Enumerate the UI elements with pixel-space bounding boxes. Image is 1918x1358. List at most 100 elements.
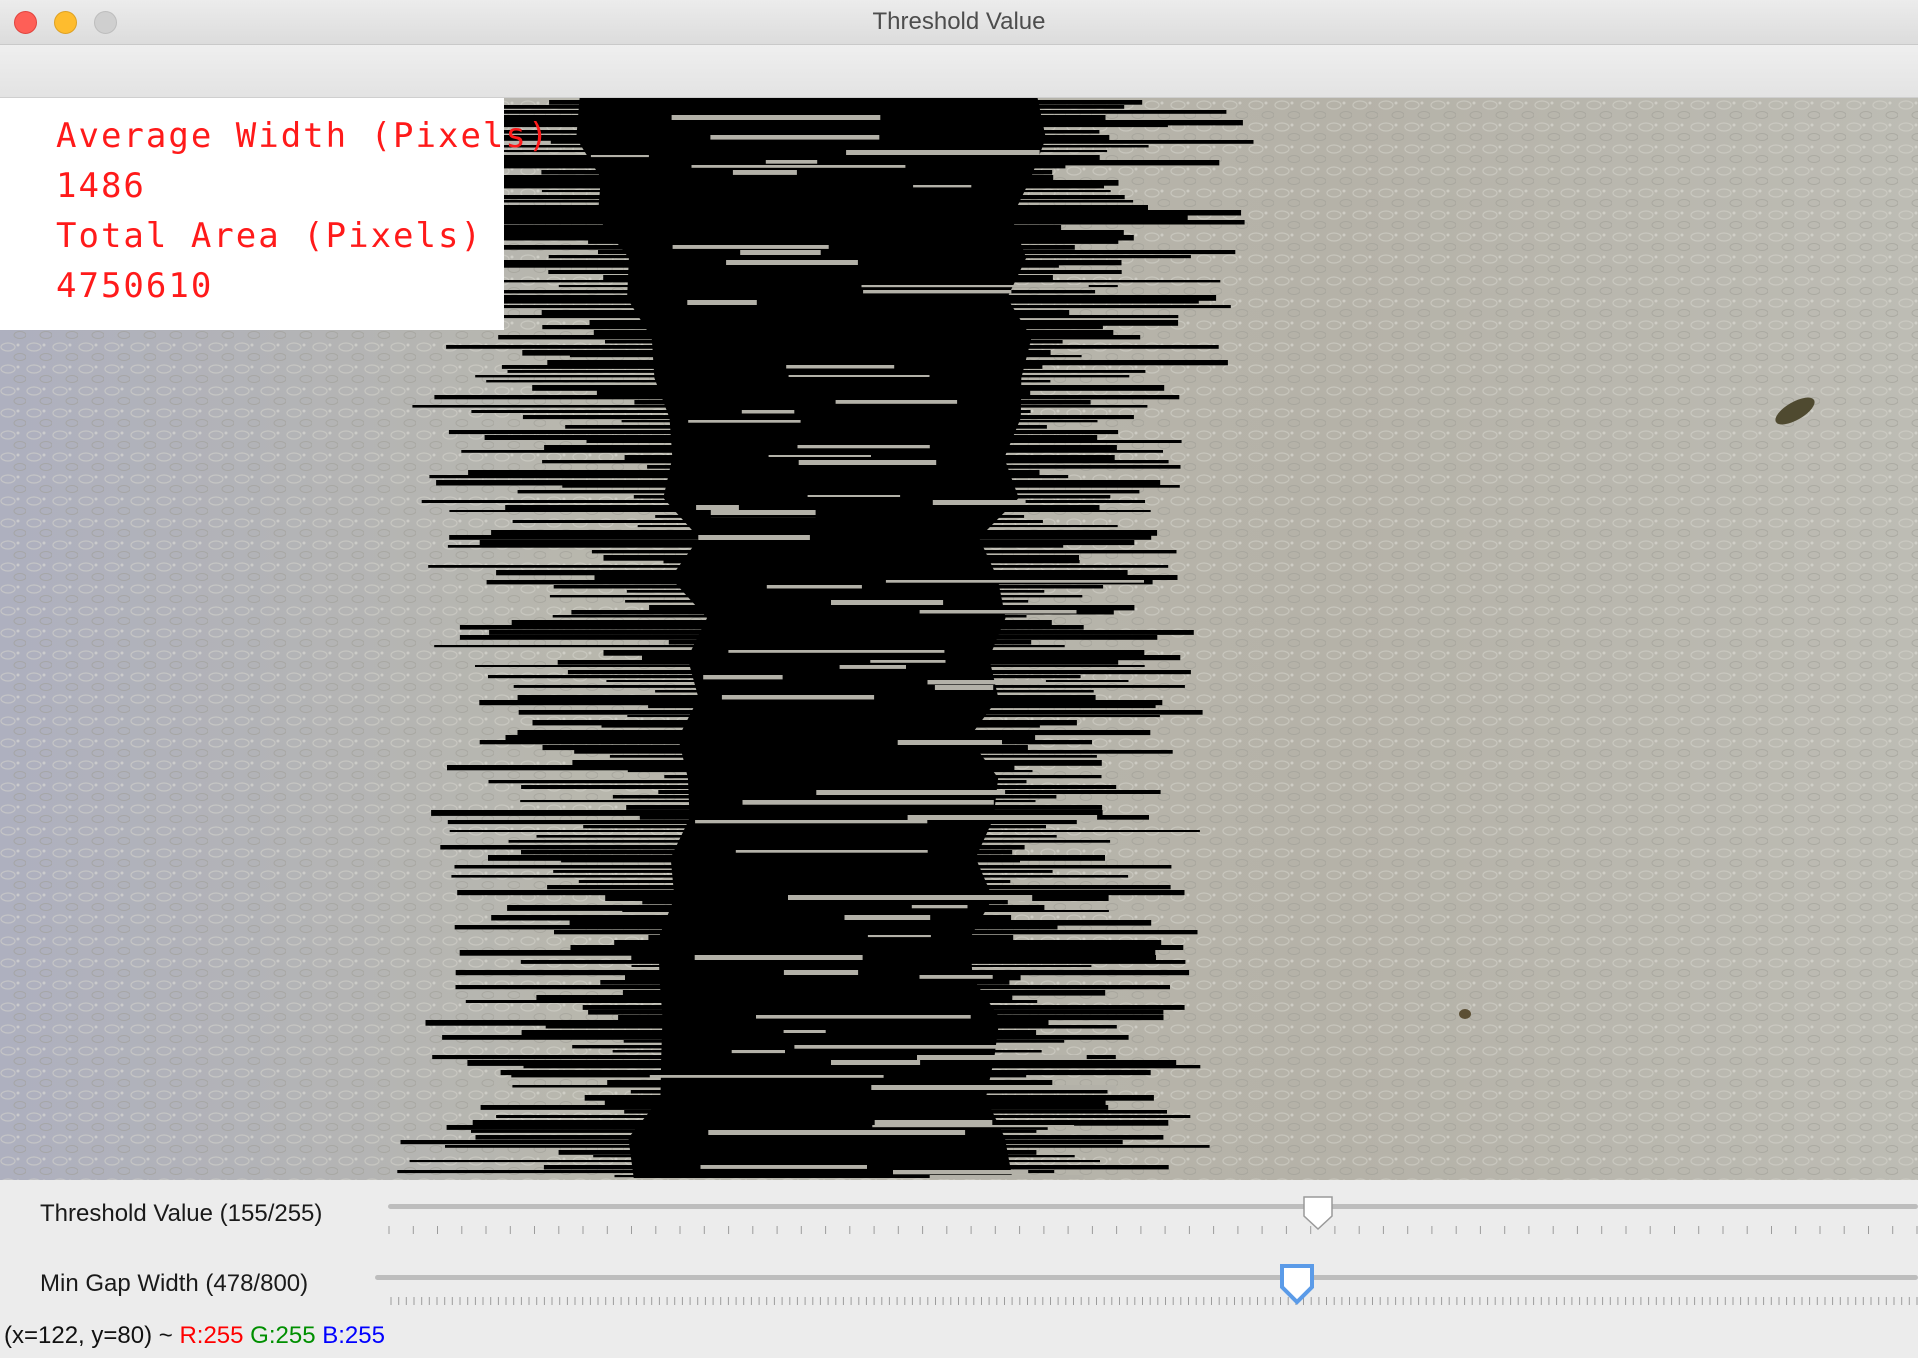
gap-scanline: [630, 1090, 1108, 1094]
threshold-slider-track[interactable]: [388, 1204, 1918, 1209]
gap-scanline: [624, 1110, 1167, 1114]
gap-scanline: [663, 560, 1080, 564]
gap-scanline: [622, 990, 1106, 996]
title-bar: Threshold Value: [0, 0, 1918, 45]
gap-scanline: [507, 370, 1146, 373]
gap-inclusion: [885, 580, 1144, 583]
gap-scanline: [512, 520, 1043, 523]
gap-inclusion: [710, 135, 880, 140]
gap-inclusion: [766, 585, 862, 589]
gap-inclusion: [765, 160, 818, 164]
gap-inclusion: [911, 905, 968, 909]
gap-scanline: [474, 215, 1188, 221]
gap-inclusion: [929, 1175, 1084, 1180]
gap-scanline: [562, 485, 1180, 488]
gap-inclusion: [742, 800, 994, 805]
gap-scanline: [593, 330, 1114, 336]
gap-inclusion: [783, 1030, 826, 1033]
gap-scanline: [464, 295, 1217, 301]
gap-scanline: [488, 780, 1027, 784]
gap-inclusion: [728, 650, 945, 653]
gap-scanline: [430, 315, 1179, 319]
gap-inclusion: [893, 1170, 1029, 1175]
measurement-overlay: Average Width (Pixels) 1486 Total Area (…: [0, 98, 548, 330]
gap-scanline: [569, 920, 1152, 926]
gap-inclusion: [695, 820, 928, 824]
gap-scanline: [588, 240, 1119, 244]
total-area-value: 4750610: [56, 266, 214, 306]
gap-scanline: [541, 310, 1070, 316]
gap-scanline: [498, 335, 1141, 340]
gap-scanline: [542, 745, 1028, 751]
gap-scanline: [532, 385, 1165, 391]
gap-scanline: [455, 985, 1170, 990]
min-gap-slider-thumb[interactable]: [1278, 1262, 1316, 1306]
gap-scanline: [479, 700, 1163, 706]
gap-scanline: [491, 915, 1012, 921]
min-gap-slider-label: Min Gap Width (478/800): [40, 1270, 309, 1297]
gap-scanline: [612, 1050, 1042, 1053]
gap-scanline: [547, 885, 1171, 890]
gap-inclusion: [867, 935, 931, 938]
gap-scanline: [482, 195, 1125, 200]
gap-scanline: [428, 565, 1169, 568]
gap-scanline: [434, 645, 1065, 648]
gap-inclusion: [835, 400, 958, 404]
gap-scanline: [445, 1145, 1210, 1148]
gap-scanline: [542, 325, 1103, 330]
gap-scanline: [425, 1020, 1049, 1026]
gap-scanline: [517, 490, 1140, 494]
gap-scanline: [609, 755, 1097, 758]
gap-inclusion: [731, 1050, 785, 1054]
min-gap-slider-ticks: [390, 1297, 1918, 1305]
gap-scanline: [601, 725, 1040, 728]
gap-inclusion: [913, 185, 972, 188]
gap-scanline: [549, 595, 1083, 598]
gap-scanline: [578, 880, 1011, 883]
gap-scanline: [648, 935, 1014, 941]
gap-inclusion: [861, 285, 1089, 288]
gap-scanline: [475, 665, 1145, 667]
gap-scanline: [631, 965, 1092, 967]
gap-scanline: [655, 515, 1025, 518]
gap-scanline: [522, 350, 1051, 356]
gap-scanline: [482, 175, 1054, 180]
gap-scanline: [548, 270, 1122, 274]
gap-scanline: [505, 505, 1100, 511]
gap-inclusion: [741, 410, 795, 414]
gap-scanline: [496, 1115, 1191, 1118]
gap-inclusion: [700, 1165, 867, 1169]
gap-inclusion: [698, 535, 810, 540]
gap-scanline: [593, 1155, 1075, 1158]
debris-particle: [1459, 1009, 1471, 1019]
average-width-value: 1486: [56, 166, 146, 206]
status-bar: (x=122, y=80) ~ R:255 G:255 B:255: [4, 1322, 385, 1350]
gap-scanline: [446, 345, 1219, 349]
gap-scanline: [565, 425, 1047, 429]
gap-inclusion: [831, 600, 944, 606]
gap-scanline: [441, 230, 1124, 235]
gap-scanline: [607, 1080, 1053, 1086]
threshold-slider-thumb[interactable]: [1301, 1194, 1335, 1232]
gap-inclusion: [694, 955, 863, 961]
min-gap-slider-track[interactable]: [375, 1275, 1918, 1280]
gap-scanline: [461, 450, 1163, 453]
app-window: Threshold Value Average Width (Pixels) 1…: [0, 0, 1918, 1358]
image-view[interactable]: Average Width (Pixels) 1486 Total Area (…: [0, 98, 1918, 1180]
gap-scanline: [400, 1140, 1123, 1145]
gap-scanline: [668, 640, 1032, 645]
gap-scanline: [605, 340, 1063, 344]
gap-scanline: [572, 760, 1102, 766]
gap-scanline: [459, 950, 1156, 956]
gap-scanline: [501, 365, 1043, 369]
gap-scanline: [561, 860, 1020, 863]
gap-scanline: [496, 570, 1128, 576]
gap-scanline: [449, 160, 1220, 166]
gap-inclusion: [703, 675, 783, 680]
gap-scanline: [569, 355, 1082, 358]
gap-scanline: [500, 1070, 1151, 1076]
gap-scanline: [553, 870, 1053, 873]
gap-inclusion: [927, 680, 1046, 685]
gap-scanline: [647, 465, 1181, 469]
gap-inclusion: [919, 975, 993, 979]
